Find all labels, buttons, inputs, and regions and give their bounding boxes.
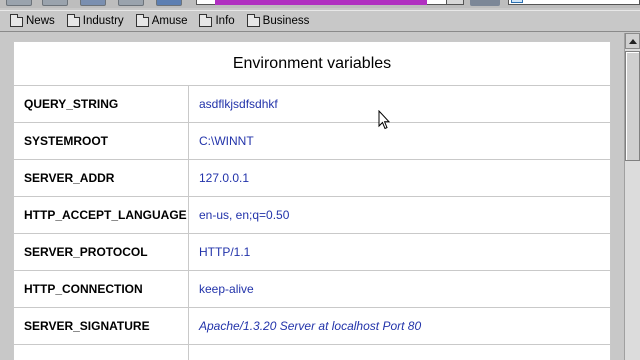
folder-icon	[246, 13, 260, 27]
table-title-row: Environment variables	[13, 41, 611, 86]
bookmark-label: Industry	[82, 15, 124, 27]
bookmark-industry[interactable]: Industry	[66, 13, 124, 27]
table-row: HTTP_ACCEPT_LANGUAGE en-us, en;q=0.50	[13, 196, 611, 234]
browser-window: News Industry Amuse Info Business Enviro…	[0, 0, 640, 360]
bookmark-business[interactable]: Business	[246, 13, 310, 27]
bookmarks-bar: News Industry Amuse Info Business	[0, 10, 640, 32]
folder-icon	[10, 13, 23, 27]
bookmark-label: Info	[215, 15, 235, 27]
variable-value: asdflkjsdfsdhkf	[188, 85, 611, 123]
navigation-toolbar	[0, 0, 640, 8]
table-title: Environment variables	[13, 41, 611, 86]
table-row: SERVER_SIGNATURE Apache/1.3.20 Server at…	[13, 307, 611, 345]
folder-icon	[135, 13, 149, 27]
scrollbar-thumb[interactable]	[625, 51, 640, 161]
table-row: SERVER_ADDR 127.0.0.1	[13, 159, 611, 197]
forward-button[interactable]	[42, 0, 68, 6]
table-row: HTTP_CONNECTION keep-alive	[13, 270, 611, 308]
variable-name: SERVER_PROTOCOL	[13, 233, 189, 271]
back-button[interactable]	[6, 0, 32, 6]
reload-button[interactable]	[80, 0, 106, 6]
variable-value: HTTP/1.1	[188, 233, 611, 271]
variable-value: C:\WINNT	[188, 122, 611, 160]
variable-name	[13, 344, 189, 360]
bookmark-label: Amuse	[151, 15, 188, 27]
bookmark-label: Business	[262, 15, 310, 27]
vertical-scrollbar[interactable]	[624, 33, 640, 360]
variable-value: Apache/1.3.20 Server at localhost Port 8…	[188, 307, 611, 345]
folder-icon	[199, 13, 213, 27]
variable-name: QUERY_STRING	[13, 85, 189, 123]
page-content: Environment variables QUERY_STRING asdfl…	[0, 33, 624, 360]
mouse-cursor-icon	[378, 110, 390, 130]
url-selection-highlight	[215, 0, 427, 5]
variable-name: SYSTEMROOT	[13, 122, 189, 160]
variable-value: 127.0.0.1	[188, 159, 611, 197]
table-row: QUERY_STRING asdflkjsdfsdhkf	[13, 85, 611, 123]
environment-variables-table: Environment variables QUERY_STRING asdfl…	[13, 41, 611, 360]
url-dropdown-button[interactable]	[446, 0, 464, 5]
variable-value: en-us, en;q=0.50	[188, 196, 611, 234]
home-button[interactable]	[156, 0, 182, 6]
bookmark-label: News	[26, 15, 55, 27]
variable-value: keep-alive	[188, 270, 611, 308]
variable-name: SERVER_SIGNATURE	[13, 307, 189, 345]
table-row-partial	[13, 344, 611, 360]
variable-name: SERVER_ADDR	[13, 159, 189, 197]
bookmark-amuse[interactable]: Amuse	[135, 13, 188, 27]
bookmark-info[interactable]: Info	[199, 13, 235, 27]
variable-value	[188, 344, 611, 360]
variable-name: HTTP_CONNECTION	[13, 270, 189, 308]
bookmark-news[interactable]: News	[10, 13, 55, 27]
search-field[interactable]	[508, 0, 640, 5]
search-icon	[511, 0, 523, 3]
go-button[interactable]	[470, 0, 500, 6]
folder-icon	[66, 13, 80, 27]
url-field[interactable]	[196, 0, 464, 5]
table-row: SERVER_PROTOCOL HTTP/1.1	[13, 233, 611, 271]
stop-button[interactable]	[118, 0, 144, 6]
variable-name: HTTP_ACCEPT_LANGUAGE	[13, 196, 189, 234]
table-row: SYSTEMROOT C:\WINNT	[13, 122, 611, 160]
scroll-up-arrow-icon[interactable]	[625, 33, 640, 49]
